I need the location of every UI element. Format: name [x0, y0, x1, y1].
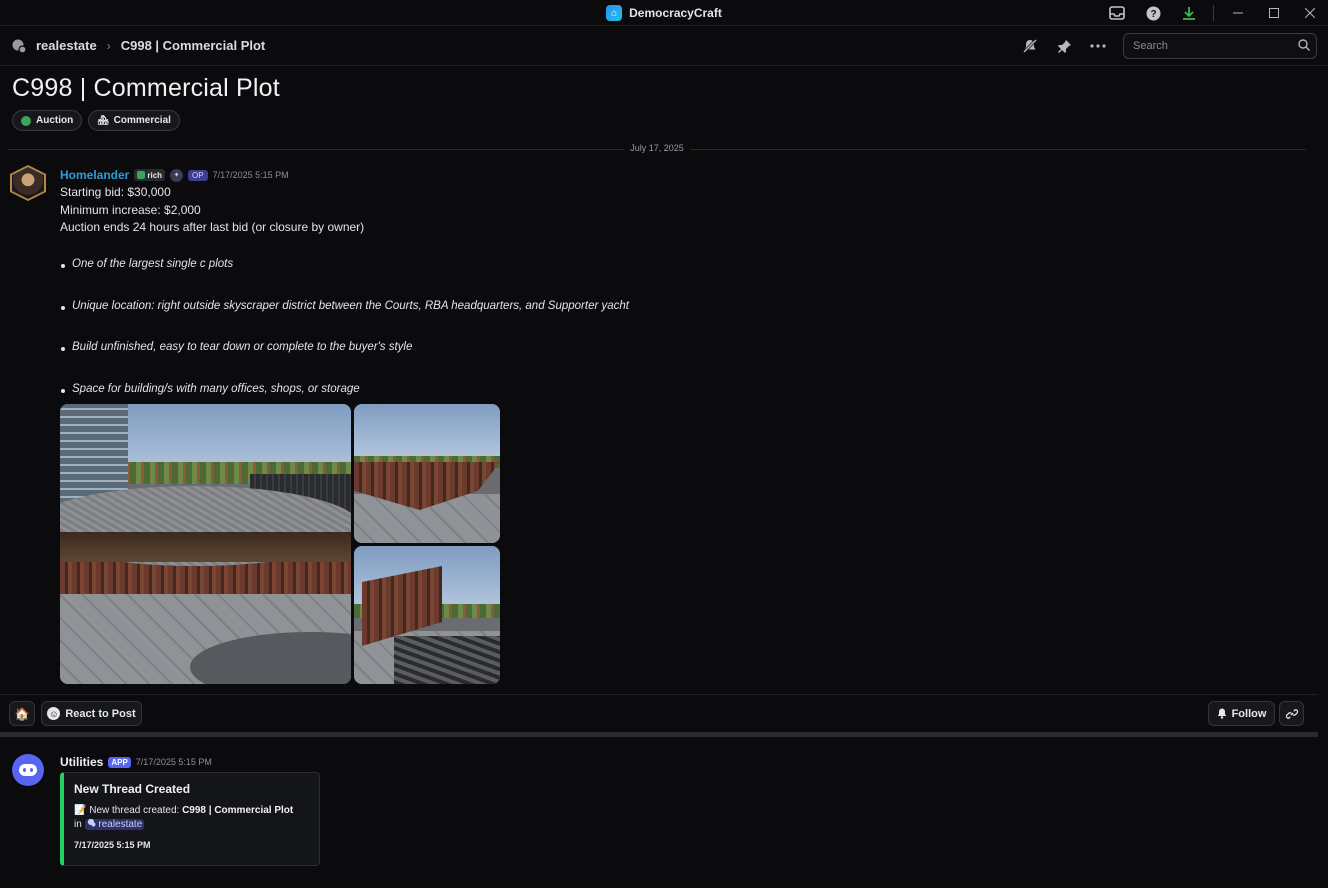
plot-screenshot-main[interactable] [60, 404, 351, 684]
post-separator [0, 732, 1318, 737]
forum-channel-icon [87, 818, 96, 827]
link-icon [1285, 708, 1298, 719]
forum-channel-icon [11, 38, 27, 54]
message-line: Minimum increase: $2,000 [60, 202, 201, 217]
minimize-icon[interactable] [1220, 0, 1256, 26]
header-actions [1013, 32, 1317, 60]
controls-divider [1213, 5, 1214, 21]
thread-created-embed: New Thread Created 📝 New thread created:… [60, 772, 320, 866]
skyscraper [60, 404, 128, 504]
utilities-message-header: Utilities APP 7/17/2025 5:15 PM [60, 755, 212, 769]
role-badge: rich [134, 169, 166, 181]
app-badge: APP [108, 756, 131, 768]
copy-link-button[interactable] [1279, 701, 1304, 726]
react-button-label: React to Post [65, 707, 136, 720]
tag-label: Auction [36, 115, 74, 126]
list-item: Unique location: right outside skyscrape… [60, 300, 629, 312]
tag-auction[interactable]: Auction [12, 110, 83, 131]
plot-screenshot-bottom-right[interactable] [354, 546, 500, 684]
embed-line-prefix: New thread created: [89, 805, 180, 816]
maximize-icon[interactable] [1256, 0, 1292, 26]
author-name[interactable]: Homelander [60, 168, 129, 182]
channel-header: realestate › C998 | Commercial Plot [0, 26, 1328, 66]
tag-label: Commercial [113, 115, 171, 126]
stairs [394, 636, 500, 684]
mute-notifications-icon[interactable] [1013, 32, 1047, 60]
inbox-icon[interactable] [1099, 0, 1135, 26]
list-item: Space for building/s with many offices, … [60, 383, 360, 395]
message-line: Auction ends 24 hours after last bid (or… [60, 220, 365, 234]
breadcrumb-channel[interactable]: realestate [36, 38, 97, 53]
embed-timestamp: 7/17/2025 5:15 PM [74, 840, 151, 850]
utilities-avatar[interactable] [12, 754, 44, 786]
list-item: Build unfinished, easy to tear down or c… [60, 341, 412, 353]
close-icon[interactable] [1292, 0, 1328, 26]
date-divider-label: July 17, 2025 [624, 143, 690, 153]
channel-mention[interactable]: realestate [84, 818, 145, 830]
smiley-icon: ☺ [47, 707, 61, 720]
house-emoji-icon: 🏠 [14, 706, 30, 721]
message-line: Starting bid: $30,000 [60, 185, 171, 199]
post-title: C998 | Commercial Plot [12, 74, 280, 102]
pin-icon[interactable] [1047, 32, 1081, 60]
breadcrumb-thread: C998 | Commercial Plot [120, 38, 266, 53]
embed-title: New Thread Created [74, 782, 191, 796]
bell-icon [1217, 708, 1226, 719]
dollar-role-icon [137, 171, 146, 179]
breadcrumb-chevron-icon: › [106, 38, 111, 53]
utilities-timestamp: 7/17/2025 5:15 PM [135, 757, 212, 767]
houses-emoji-icon: 🏘 [97, 115, 109, 125]
svg-text:?: ? [1150, 9, 1156, 20]
house-reaction-button[interactable]: 🏠 [9, 701, 35, 726]
role-badge-label: rich [147, 170, 163, 180]
window-titlebar: ⌂ DemocracyCraft ? [0, 0, 1328, 26]
image-gallery [60, 404, 500, 684]
follow-button[interactable]: Follow [1208, 701, 1275, 726]
more-options-icon[interactable] [1081, 32, 1115, 60]
search-box [1123, 33, 1317, 59]
search-input[interactable] [1133, 40, 1298, 52]
avatar[interactable] [10, 165, 46, 201]
help-icon[interactable]: ? [1135, 0, 1171, 26]
app-logo-icon: ⌂ [606, 5, 623, 21]
window-controls: ? [1099, 0, 1328, 26]
utilities-name[interactable]: Utilities [60, 755, 103, 769]
reaction-bar: 🏠 ☺ React to Post Follow [0, 694, 1318, 732]
channel-mention-label: realestate [98, 819, 143, 830]
embed-in-label: in [74, 819, 82, 830]
green-circle-icon [21, 115, 31, 126]
list-item: One of the largest single c plots [60, 258, 233, 270]
op-badge: OP [188, 169, 208, 181]
embed-description: 📝 New thread created: C998 | Commercial … [74, 804, 309, 818]
guild-tag-icon: ✦ [170, 168, 184, 182]
dirt-layer [60, 532, 351, 562]
download-icon[interactable] [1171, 0, 1207, 26]
memo-emoji-icon: 📝 [74, 805, 87, 816]
app-title-text: DemocracyCraft [629, 6, 722, 20]
tag-commercial[interactable]: 🏘 Commercial [88, 110, 180, 131]
discord-logo-icon [19, 764, 37, 776]
react-to-post-button[interactable]: ☺ React to Post [41, 701, 142, 726]
date-divider: July 17, 2025 [8, 143, 1306, 153]
sky [354, 404, 500, 464]
search-icon[interactable] [1298, 38, 1310, 54]
message-body: Starting bid: $30,000 Minimum increase: … [60, 184, 364, 237]
embed-thread-name: C998 | Commercial Plot [182, 805, 294, 816]
message-header: Homelander rich ✦ OP 7/17/2025 5:15 PM [60, 168, 289, 182]
follow-button-label: Follow [1231, 707, 1267, 720]
embed-channel-line: in realestate [74, 818, 309, 832]
avatar-image [12, 167, 44, 199]
post-tags: Auction 🏘 Commercial [12, 110, 180, 131]
message-timestamp: 7/17/2025 5:15 PM [212, 170, 289, 180]
plot-screenshot-top-right[interactable] [354, 404, 500, 543]
